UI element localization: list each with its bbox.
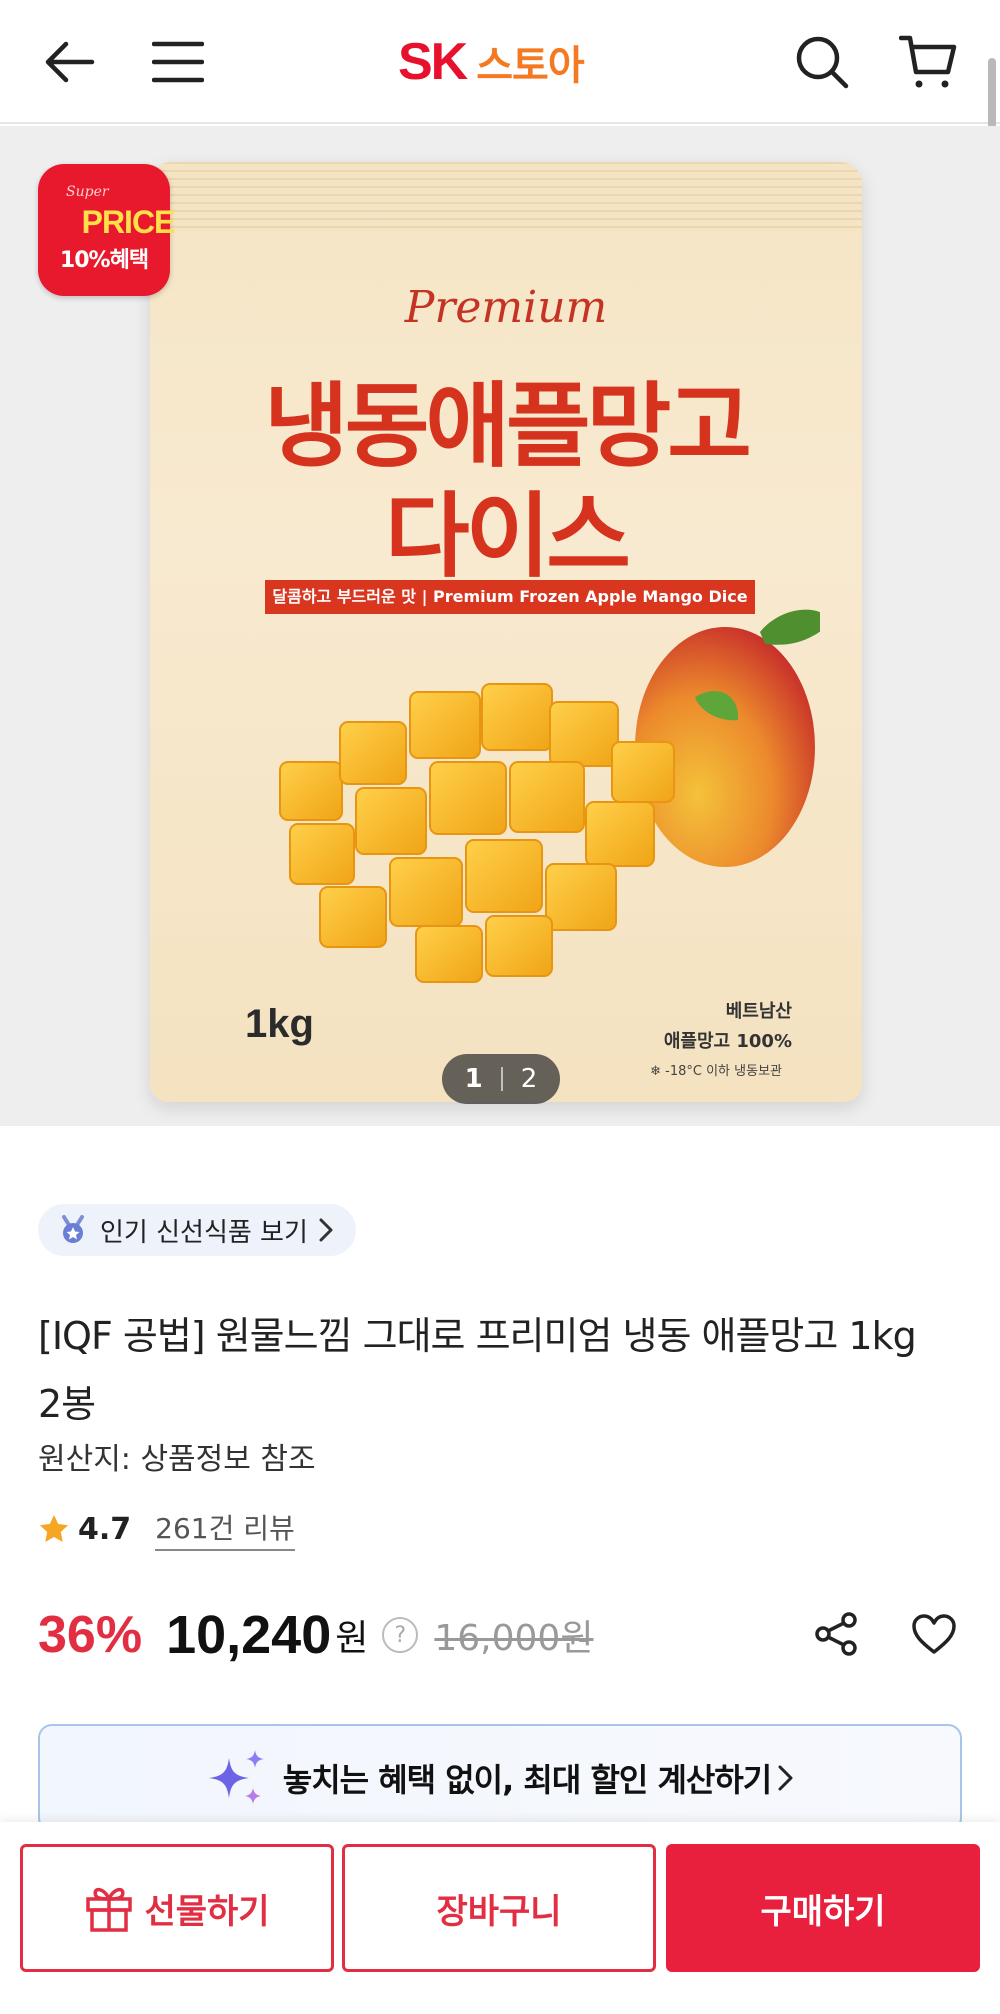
logo-store-text: 스토아 — [476, 43, 584, 89]
package-origin-content: 애플망고 100% — [663, 1031, 792, 1052]
chevron-right-icon — [778, 1765, 793, 1791]
discount-rate: 36% — [38, 1606, 143, 1664]
package-weight: 1kg — [245, 1002, 314, 1046]
pager-current: 1 — [464, 1064, 483, 1094]
add-to-cart-button[interactable]: 장바구니 — [342, 1844, 656, 1972]
package-premium-text: Premium — [404, 282, 608, 333]
image-pager-indicator: 1 2 — [442, 1054, 560, 1104]
price-row: 36% 10,240 원 ? 16,000원 — [38, 1600, 593, 1670]
max-discount-calculator-banner[interactable]: 놓치는 혜택 없이, 최대 할인 계산하기 — [38, 1724, 962, 1832]
review-count-link[interactable]: 261건 리뷰 — [155, 1507, 295, 1551]
super-price-badge: Super PRICE 10%혜택 — [38, 164, 175, 296]
logo-sk-text: SK — [398, 33, 468, 91]
star-icon — [40, 1515, 68, 1542]
price-currency: 원 — [335, 1618, 369, 1659]
original-price: 16,000원 — [434, 1618, 594, 1659]
pager-total: 2 — [520, 1064, 538, 1094]
share-icon — [815, 1612, 857, 1656]
calc-banner-label: 놓치는 혜택 없이, 최대 할인 계산하기 — [282, 1761, 772, 1799]
package-origin-country: 베트남산 — [725, 1001, 792, 1022]
shopping-cart-icon — [899, 35, 957, 88]
top-navigation-bar: SK 스토아 — [0, 0, 1000, 124]
badge-price-text: PRICE — [81, 204, 176, 240]
search-button[interactable] — [782, 22, 862, 102]
package-storage-note: ❄ -18°C 이하 냉동보관 — [650, 1064, 782, 1079]
package-origin: 베트남산 애플망고 100% — [664, 997, 792, 1057]
back-button[interactable] — [30, 22, 110, 102]
product-package-image: Premium 냉동애플망고 다이스 달콤하고 부드러운 맛 | Premium… — [150, 162, 862, 1102]
heart-icon — [912, 1614, 956, 1654]
product-image-carousel[interactable]: Premium 냉동애플망고 다이스 달콤하고 부드러운 맛 | Premium… — [0, 126, 1000, 1126]
badge-super-text: Super — [66, 184, 109, 200]
package-seal — [150, 162, 862, 232]
sk-store-logo[interactable]: SK 스토아 — [398, 30, 585, 94]
popular-fresh-food-chip[interactable]: 인기 신선식품 보기 — [38, 1204, 356, 1256]
chip-label: 인기 신선식품 보기 — [100, 1217, 308, 1248]
wishlist-button[interactable] — [904, 1604, 964, 1664]
product-title: [IQF 공법] 원물느낌 그대로 프리미엄 냉동 애플망고 1kg 2봉 — [38, 1314, 917, 1426]
back-arrow-icon — [45, 41, 95, 83]
search-icon — [796, 36, 849, 89]
product-origin: 원산지: 상품정보 참조 — [38, 1442, 316, 1477]
menu-button[interactable] — [138, 22, 218, 102]
cart-button-label: 장바구니 — [436, 1891, 562, 1932]
sparkle-icon — [208, 1750, 264, 1804]
pager-divider — [500, 1067, 503, 1091]
rating-summary: 4.7 261건 리뷰 — [38, 1506, 295, 1552]
gift-icon — [86, 1887, 133, 1932]
share-button[interactable] — [806, 1604, 866, 1664]
gift-button[interactable]: 선물하기 — [20, 1844, 334, 1972]
package-title-line2: 다이스 — [385, 483, 631, 590]
rating-score: 4.7 — [78, 1511, 132, 1547]
mango-illustration — [279, 609, 820, 983]
chevron-right-icon — [319, 1218, 333, 1242]
price-help-icon[interactable]: ? — [382, 1617, 419, 1653]
bottom-action-bar: 선물하기 장바구니 구매하기 — [0, 1822, 1000, 2014]
hamburger-menu-icon — [152, 41, 204, 83]
buy-button-label: 구매하기 — [760, 1891, 886, 1932]
cart-button[interactable] — [888, 22, 968, 102]
gift-button-label: 선물하기 — [144, 1891, 270, 1932]
buy-now-button[interactable]: 구매하기 — [666, 1844, 980, 1972]
sale-price: 10,240 — [166, 1605, 332, 1665]
medal-icon — [62, 1215, 84, 1243]
badge-benefit-text: 10%혜택 — [59, 248, 149, 273]
